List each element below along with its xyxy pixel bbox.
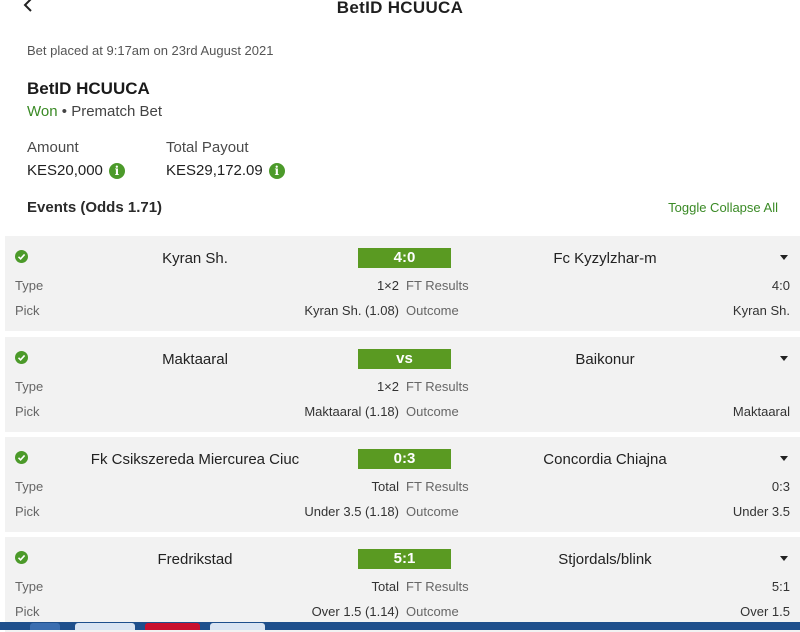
pick-label: Pick — [15, 404, 40, 419]
outcome-label: Outcome — [406, 504, 459, 519]
payout-value-row: KES29,172.09 i — [166, 162, 285, 179]
away-team: Concordia Chiajna — [543, 451, 667, 468]
top-bar: BetID HCUUCA — [0, 0, 800, 20]
taskbar-item[interactable] — [75, 623, 135, 630]
pick-value: Over 1.5 (1.14) — [311, 604, 399, 619]
market-label: FT Results — [406, 278, 469, 293]
home-team: Fk Csikszereda Miercurea Ciuc — [90, 451, 300, 468]
check-circle-icon — [15, 250, 28, 263]
away-team: Fc Kyzylzhar-m — [553, 250, 657, 267]
info-icon[interactable]: i — [108, 162, 125, 179]
event-card: Kyran Sh. 4:0 Fc Kyzylzhar-m Type 1×2 FT Resu… — [5, 236, 800, 331]
outcome-value: Maktaaral — [732, 404, 790, 419]
event-card: Fredrikstad 5:1 Stjordals/blink Type Total FT… — [5, 537, 800, 632]
away-team: Stjordals/blink — [558, 551, 652, 568]
score-badge: 5:1 — [358, 549, 451, 569]
taskbar-item[interactable] — [145, 623, 200, 630]
taskbar — [0, 622, 800, 630]
check-circle-icon — [15, 451, 28, 464]
type-label: Type — [15, 579, 44, 594]
amount-value: KES20,000 — [27, 162, 103, 179]
payout-block: Total Payout KES29,172.09 i — [166, 139, 285, 179]
home-team: Maktaaral — [162, 351, 228, 368]
event-card: Maktaaral vs Baikonur Type 1×2 FT Results Pick… — [5, 337, 800, 432]
events-title: Events (Odds 1.71) — [27, 199, 163, 216]
outcome-label: Outcome — [406, 303, 459, 318]
outcome-label: Outcome — [406, 604, 459, 619]
amount-block: Amount KES20,000 i — [27, 139, 125, 179]
pick-value: Under 3.5 (1.18) — [304, 504, 399, 519]
market-label: FT Results — [406, 479, 469, 494]
type-label: Type — [15, 379, 44, 394]
type-label: Type — [15, 278, 44, 293]
away-team: Baikonur — [575, 351, 635, 368]
score-badge: vs — [358, 349, 451, 369]
outcome-label: Outcome — [406, 404, 459, 419]
pick-label: Pick — [15, 604, 40, 619]
bet-status-line: Won • Prematch Bet — [27, 103, 162, 120]
status-separator: • — [61, 103, 68, 120]
result-value: 0:3 — [771, 479, 790, 494]
info-icon[interactable]: i — [268, 162, 285, 179]
caret-down-icon[interactable] — [780, 255, 788, 260]
type-value: Total — [371, 579, 399, 594]
outcome-value: Under 3.5 — [732, 504, 790, 519]
type-value: 1×2 — [376, 379, 399, 394]
pick-value: Kyran Sh. (1.08) — [304, 303, 399, 318]
result-value: 5:1 — [771, 579, 790, 594]
check-circle-icon — [15, 551, 28, 564]
home-team: Kyran Sh. — [162, 250, 228, 267]
outcome-value: Kyran Sh. — [732, 303, 790, 318]
page-title: BetID HCUUCA — [336, 0, 464, 17]
amount-value-row: KES20,000 i — [27, 162, 125, 179]
amount-label: Amount — [27, 139, 79, 156]
status-won: Won — [27, 103, 58, 120]
taskbar-item[interactable] — [30, 623, 60, 630]
score-badge: 0:3 — [358, 449, 451, 469]
bet-placed-time: Bet placed at 9:17am on 23rd August 2021 — [27, 43, 274, 58]
caret-down-icon[interactable] — [780, 556, 788, 561]
caret-down-icon[interactable] — [780, 356, 788, 361]
result-value: 4:0 — [771, 278, 790, 293]
score-badge: 4:0 — [358, 248, 451, 268]
caret-down-icon[interactable] — [780, 456, 788, 461]
bet-type: Prematch Bet — [71, 103, 163, 120]
toggle-collapse-all-link[interactable]: Toggle Collapse All — [668, 200, 778, 215]
type-value: 1×2 — [376, 278, 399, 293]
home-team: Fredrikstad — [157, 551, 233, 568]
type-label: Type — [15, 479, 44, 494]
type-value: Total — [371, 479, 399, 494]
check-circle-icon — [15, 351, 28, 364]
pick-label: Pick — [15, 303, 40, 318]
pick-value: Maktaaral (1.18) — [304, 404, 399, 419]
event-card: Fk Csikszereda Miercurea Ciuc 0:3 Concordi… — [5, 437, 800, 532]
taskbar-item[interactable] — [210, 623, 265, 630]
payout-label: Total Payout — [166, 139, 249, 156]
market-label: FT Results — [406, 579, 469, 594]
outcome-value: Over 1.5 — [740, 604, 790, 619]
market-label: FT Results — [406, 379, 469, 394]
pick-label: Pick — [15, 504, 40, 519]
bet-id-title: BetID HCUUCA — [27, 79, 150, 98]
payout-value: KES29,172.09 — [166, 162, 263, 179]
